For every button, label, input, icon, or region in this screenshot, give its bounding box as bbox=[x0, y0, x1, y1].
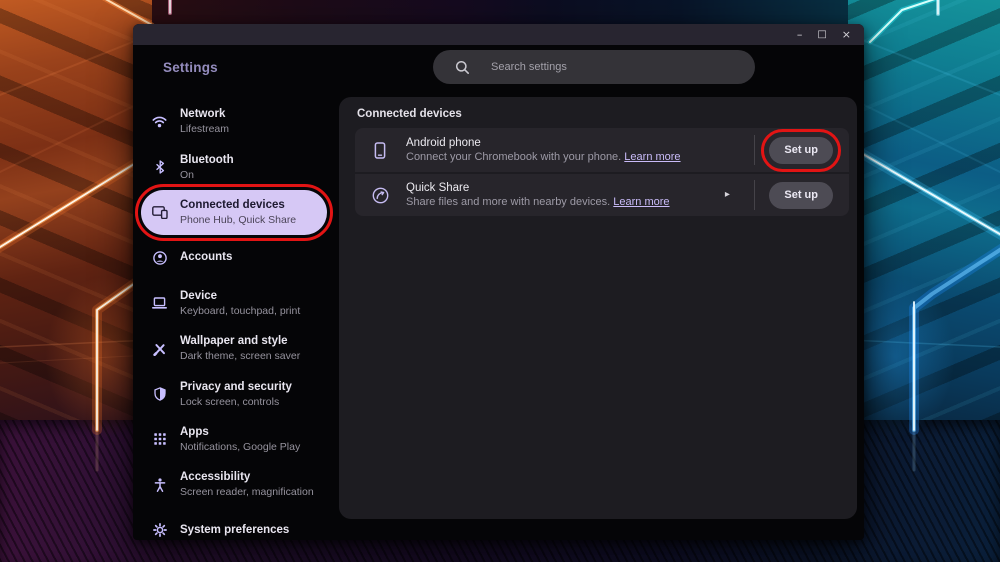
sidebar-item-device[interactable]: Device Keyboard, touchpad, print bbox=[141, 281, 327, 326]
row-description: Connect your Chromebook with your phone.… bbox=[406, 150, 681, 163]
sidebar: Network Lifestream Bluetooth On Connected … bbox=[135, 99, 333, 540]
page-title: Settings bbox=[163, 60, 218, 75]
sidebar-item-label: Connected devices bbox=[180, 198, 285, 211]
sidebar-item-accounts[interactable]: Accounts bbox=[141, 235, 327, 280]
sidebar-item-label: Network bbox=[180, 108, 226, 121]
sidebar-item-system-preferences[interactable]: System preferences bbox=[141, 508, 327, 540]
sidebar-item-label: Accessibility bbox=[180, 471, 251, 484]
sidebar-item-sublabel: Lifestream bbox=[180, 123, 230, 136]
accessibility-icon bbox=[151, 478, 168, 492]
quick-share-icon bbox=[371, 187, 389, 204]
sidebar-item-label: Device bbox=[180, 289, 218, 302]
sidebar-item-label: Accounts bbox=[180, 251, 233, 264]
settings-window: – □ × Settings Network Lifestream bbox=[133, 24, 864, 540]
sidebar-item-label: System preferences bbox=[180, 523, 290, 536]
bluetooth-icon bbox=[151, 160, 168, 174]
sidebar-item-network[interactable]: Network Lifestream bbox=[141, 99, 327, 144]
sidebar-item-sublabel: On bbox=[180, 168, 195, 181]
search-field[interactable] bbox=[491, 61, 711, 73]
sidebar-item-sublabel: Screen reader, magnification bbox=[180, 486, 314, 499]
sidebar-item-label: Wallpaper and style bbox=[180, 335, 288, 348]
learn-more-link[interactable]: Learn more bbox=[624, 151, 680, 163]
apps-grid-icon bbox=[151, 433, 168, 446]
shield-icon bbox=[151, 387, 168, 401]
sidebar-item-label: Apps bbox=[180, 425, 209, 438]
set-up-button-quick-share[interactable]: Set up bbox=[769, 181, 833, 209]
sidebar-item-apps[interactable]: Apps Notifications, Google Play bbox=[141, 417, 327, 462]
minimize-icon[interactable]: – bbox=[797, 29, 803, 40]
sidebar-item-connected-devices[interactable]: Connected devices Phone Hub, Quick Share bbox=[135, 183, 333, 242]
connected-devices-card: Android phone Connect your Chromebook wi… bbox=[355, 128, 849, 216]
sidebar-item-bluetooth[interactable]: Bluetooth On bbox=[141, 144, 327, 189]
sidebar-item-sublabel: Lock screen, controls bbox=[180, 395, 280, 408]
android-phone-row: Android phone Connect your Chromebook wi… bbox=[355, 128, 849, 172]
quick-share-row[interactable]: Quick Share Share files and more with ne… bbox=[355, 172, 849, 216]
divider bbox=[753, 180, 756, 210]
account-circle-icon bbox=[151, 251, 168, 265]
wifi-icon bbox=[151, 115, 168, 128]
search-input[interactable] bbox=[433, 50, 755, 84]
section-title: Connected devices bbox=[357, 108, 462, 120]
sidebar-item-wallpaper[interactable]: Wallpaper and style Dark theme, screen sa… bbox=[141, 326, 327, 371]
sidebar-item-label: Bluetooth bbox=[180, 153, 234, 166]
set-up-button-android-phone[interactable]: Set up bbox=[761, 128, 841, 172]
sidebar-item-sublabel: Dark theme, screen saver bbox=[180, 350, 301, 363]
sidebar-item-label: Privacy and security bbox=[180, 380, 292, 393]
desktop: – □ × Settings Network Lifestream bbox=[0, 0, 1000, 562]
sidebar-item-privacy[interactable]: Privacy and security Lock screen, control… bbox=[141, 371, 327, 416]
laptop-icon bbox=[151, 297, 168, 309]
sidebar-item-sublabel: Keyboard, touchpad, print bbox=[180, 304, 301, 317]
sidebar-item-sublabel: Notifications, Google Play bbox=[180, 440, 301, 453]
maximize-icon[interactable]: □ bbox=[817, 29, 826, 40]
divider bbox=[753, 135, 756, 165]
smartphone-icon bbox=[371, 141, 389, 159]
sidebar-item-sublabel: Phone Hub, Quick Share bbox=[180, 213, 297, 226]
learn-more-link[interactable]: Learn more bbox=[613, 196, 669, 208]
brush-icon bbox=[151, 342, 168, 356]
gear-icon bbox=[151, 523, 168, 538]
content-panel: Connected devices Android phone Connect … bbox=[339, 97, 857, 519]
connected-devices-icon bbox=[151, 206, 168, 219]
sidebar-item-accessibility[interactable]: Accessibility Screen reader, magnificatio… bbox=[141, 462, 327, 507]
titlebar[interactable]: – □ × bbox=[133, 24, 864, 45]
row-title: Quick Share bbox=[406, 181, 470, 194]
chevron-right-icon: ▸ bbox=[724, 189, 730, 200]
close-icon[interactable]: × bbox=[842, 29, 851, 40]
search-icon bbox=[455, 60, 469, 74]
row-description: Share files and more with nearby devices… bbox=[406, 195, 670, 208]
row-title: Android phone bbox=[406, 136, 481, 149]
